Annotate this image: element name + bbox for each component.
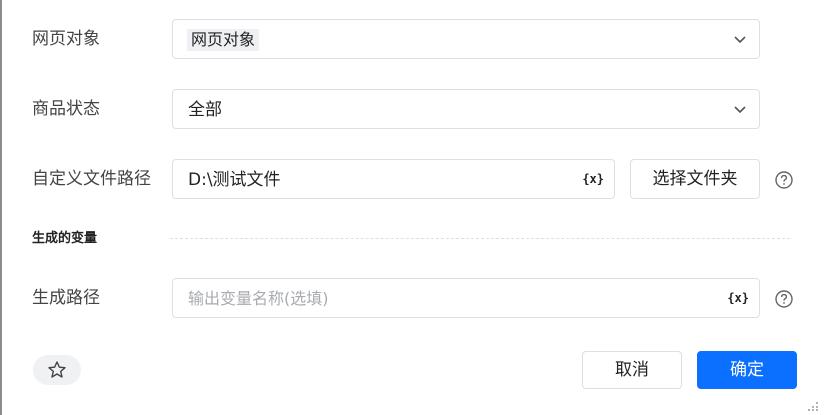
window-edge	[0, 0, 2, 415]
generated-path-input[interactable]: 输出变量名称(选填) {x}	[172, 278, 760, 318]
select-folder-button[interactable]: 选择文件夹	[630, 159, 760, 199]
star-icon	[48, 361, 66, 378]
web-object-label: 网页对象	[32, 29, 100, 49]
product-status-value: 全部	[188, 100, 222, 120]
product-status-select[interactable]: 全部	[172, 89, 760, 129]
web-object-tag: 网页对象	[187, 29, 260, 51]
custom-path-input[interactable]: D:\测试文件 {x}	[172, 159, 615, 199]
favorite-button[interactable]	[33, 355, 81, 385]
custom-path-label: 自定义文件路径	[32, 169, 151, 189]
generated-path-label: 生成路径	[32, 288, 100, 308]
section-title: 生成的变量	[32, 231, 98, 246]
custom-path-value: D:\测试文件	[188, 170, 281, 190]
section-divider	[170, 238, 790, 239]
variable-insert-icon[interactable]: {x}	[727, 289, 749, 307]
web-object-select[interactable]: 网页对象	[172, 19, 760, 59]
product-status-label: 商品状态	[32, 99, 100, 119]
help-icon[interactable]	[775, 171, 793, 189]
cancel-button[interactable]: 取消	[582, 351, 682, 389]
chevron-down-icon	[734, 106, 746, 114]
confirm-button[interactable]: 确定	[697, 351, 797, 389]
help-icon[interactable]	[775, 290, 793, 308]
chevron-down-icon	[734, 36, 746, 44]
resize-grip-icon[interactable]	[805, 401, 819, 411]
variable-insert-icon[interactable]: {x}	[582, 170, 604, 188]
generated-path-placeholder: 输出变量名称(选填)	[188, 289, 329, 308]
